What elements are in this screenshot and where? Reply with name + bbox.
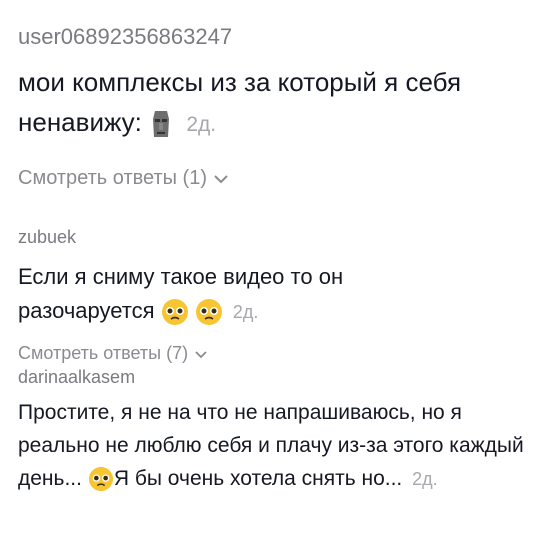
view-replies-label: Смотреть ответы (1) — [18, 167, 207, 189]
comment-3: darinaalkasem Простите, я не на что не н… — [18, 366, 548, 496]
view-replies-button[interactable]: Смотреть ответы (7) — [18, 343, 548, 364]
comment-text: Простите, я не на что не напрашиваюсь, н… — [18, 396, 538, 496]
comment-time: 2д. — [412, 469, 438, 489]
comment-time: 2д. — [186, 113, 217, 136]
comment-username[interactable]: darinaalkasem — [18, 366, 548, 388]
view-replies-button[interactable]: Смотреть ответы (1) — [18, 167, 548, 190]
comment-text: мои комплексы из за который я себя ненав… — [18, 62, 548, 145]
comment-time: 2д. — [232, 302, 259, 322]
pleading-face-icon — [88, 466, 114, 492]
comment-username[interactable]: user06892356863247 — [18, 22, 548, 52]
comment-text: Если я сниму такое видео то он разочаруе… — [18, 260, 438, 329]
comment-1: user06892356863247 мои комплексы из за к… — [18, 22, 548, 190]
pleading-face-icon — [195, 298, 223, 326]
moai-icon — [149, 109, 173, 139]
chevron-down-icon — [213, 167, 229, 190]
comment-2: zubuek Если я сниму такое видео то он ра… — [18, 226, 548, 364]
chevron-down-icon — [194, 343, 208, 364]
view-replies-label: Смотреть ответы (7) — [18, 343, 189, 363]
comment-username[interactable]: zubuek — [18, 226, 548, 248]
pleading-face-icon — [161, 298, 189, 326]
